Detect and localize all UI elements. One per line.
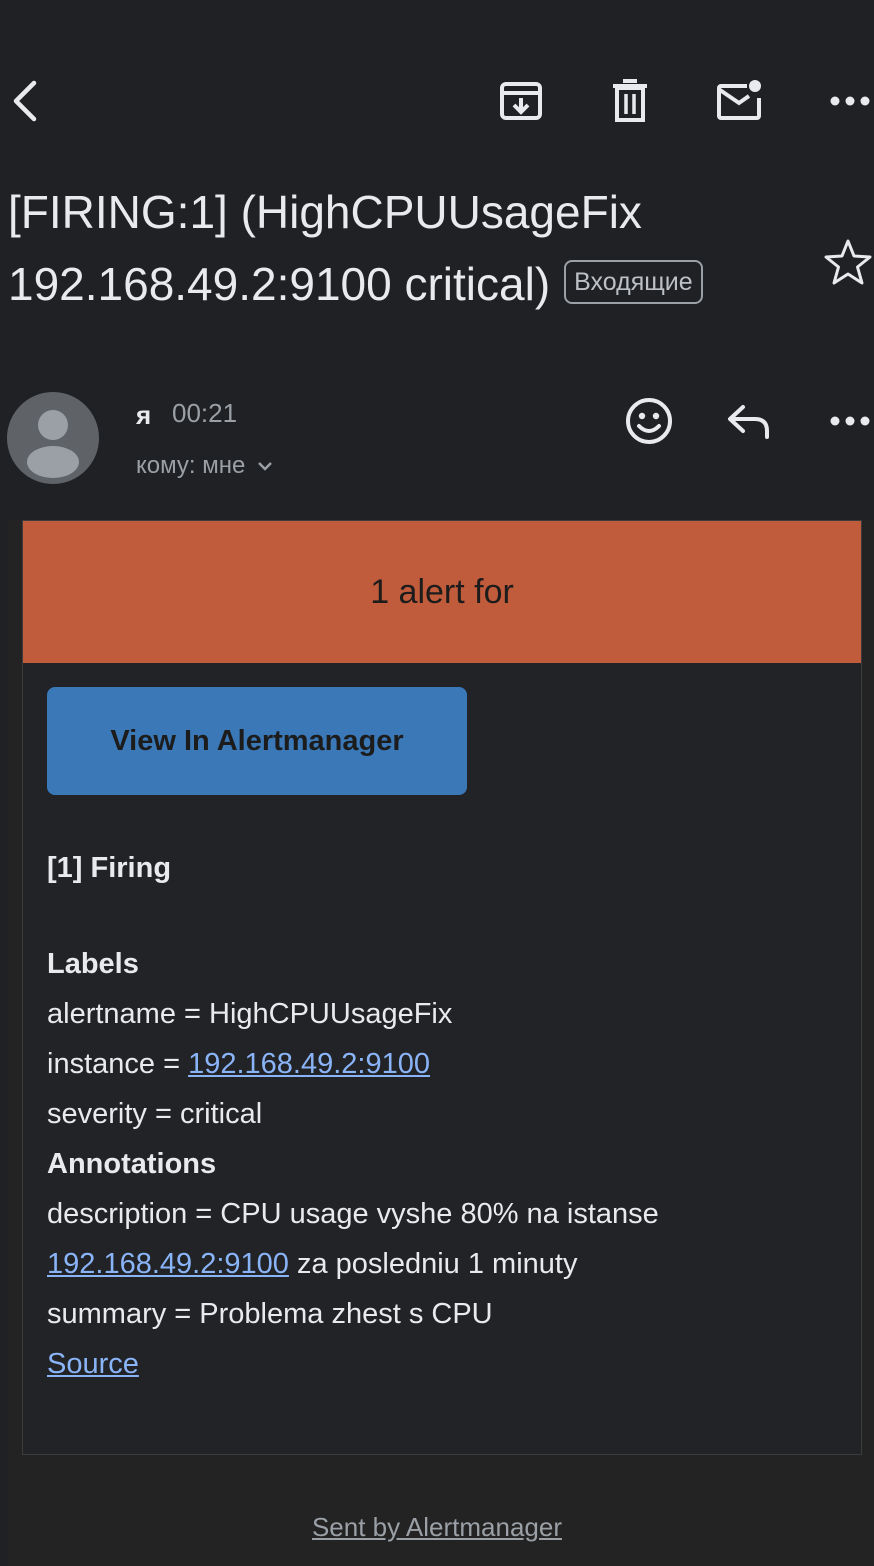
reply-button[interactable] [719,388,779,454]
more-vert-icon [830,96,870,106]
email-body: 1 alert for View In Alertmanager [1] Fir… [8,520,874,1566]
annotation-summary: summary = Problema zhest s CPU [47,1298,493,1330]
view-in-alertmanager-button[interactable]: View In Alertmanager [47,687,467,795]
person-icon [27,410,79,478]
annotations-heading: Annotations [47,1148,217,1180]
star-button[interactable] [822,236,874,288]
back-button[interactable] [0,66,54,136]
instance-link[interactable]: 192.168.49.2:9100 [188,1048,430,1080]
more-vert-icon [830,416,870,426]
email-subject: [FIRING:1] (HighCPUUsageFix 192.168.49.2… [8,176,808,320]
avatar[interactable] [7,392,99,484]
label-severity: severity = critical [47,1098,263,1130]
mark-unread-icon [717,80,761,120]
archive-icon [500,82,542,120]
star-icon [824,239,872,285]
recipient-toggle[interactable]: кому: мне [136,452,273,480]
message-more-button[interactable] [820,388,874,454]
add-reaction-button[interactable] [619,388,679,454]
sent-by-link[interactable]: Sent by Alertmanager [312,1512,562,1542]
top-toolbar [0,66,874,136]
more-options-button[interactable] [820,66,874,136]
archive-button[interactable] [491,66,551,136]
description-instance-link[interactable]: 192.168.49.2:9100 [47,1248,289,1280]
back-arrow-icon [13,80,37,122]
alert-card: 1 alert for View In Alertmanager [1] Fir… [22,520,862,1455]
inbox-label-chip[interactable]: Входящие [564,259,703,304]
firing-heading: [1] Firing [47,852,172,884]
trash-icon [613,79,647,122]
chevron-down-icon [258,462,273,471]
alert-details: [1] Firing Labels alertname = HighCPUUsa… [47,843,847,1389]
footer: Sent by Alertmanager [0,1512,874,1543]
subject-text: [FIRING:1] (HighCPUUsageFix 192.168.49.2… [8,186,642,310]
alert-header: 1 alert for [23,521,861,663]
reply-icon [728,405,769,439]
annotation-description: description = CPU usage vyshe 80% na ist… [47,1198,659,1280]
sender-name: я [136,400,152,430]
emoji-icon [626,398,672,444]
delete-button[interactable] [600,66,660,136]
recipient-text: кому: мне [136,452,246,479]
mark-unread-button[interactable] [710,66,770,136]
label-alertname: alertname = HighCPUUsageFix [47,998,453,1030]
source-link[interactable]: Source [47,1348,139,1380]
message-time: 00:21 [172,398,238,428]
label-instance: instance = 192.168.49.2:9100 [47,1048,430,1080]
labels-heading: Labels [47,948,139,980]
sender-row: я 00:21 кому: мне [0,388,874,488]
